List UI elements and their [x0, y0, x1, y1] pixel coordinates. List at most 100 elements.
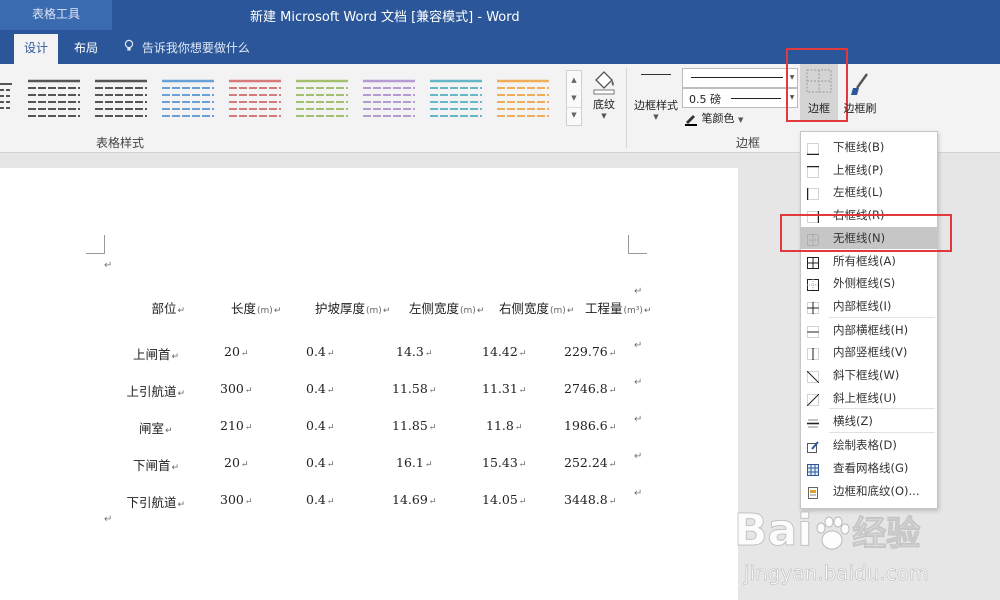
table-cell[interactable]: 300↵ [220, 381, 252, 396]
table-row-label[interactable]: 下引航道↵ [127, 492, 186, 511]
table-cell[interactable]: 0.4↵ [306, 381, 334, 396]
menu-item-label: 内部框线(I) [833, 298, 892, 313]
shading-label: 底纹 [593, 98, 615, 111]
gallery-more-icon[interactable]: ▼ [567, 107, 581, 124]
table-cell[interactable]: 3448.8↵ [564, 492, 616, 507]
tab-design[interactable]: 设计 [14, 34, 58, 64]
document-page[interactable]: ↵ ↵ 部位↵ 长度(m)↵ 护坡厚度(m)↵ 左侧宽度(m)↵ 右侧宽度(m)↵ 工程量… [0, 168, 738, 600]
table-header-cell[interactable]: 右侧宽度(m)↵ [499, 298, 574, 317]
pen-weight-select[interactable]: 0.5 磅 ▼ [682, 88, 798, 108]
table-header-cell[interactable]: 部位↵ [152, 298, 186, 317]
table-row-label[interactable]: 上引航道↵ [127, 381, 186, 400]
gallery-scroll[interactable]: ▲ ▼ ▼ [566, 70, 582, 126]
menu-item-view-gridlines[interactable]: 查看网格线(G) [801, 457, 937, 479]
pen-color-label: 笔颜色 [701, 112, 735, 125]
table-cell[interactable]: 20↵ [224, 455, 248, 470]
line-style-select[interactable]: ▼ [682, 68, 798, 88]
table-cell[interactable]: 11.58↵ [392, 381, 436, 396]
header-unit: (m) [257, 306, 273, 316]
table-cell[interactable]: 252.24↵ [564, 455, 616, 470]
menu-item-inside-vertical-border[interactable]: 内部竖框线(V) [801, 341, 937, 363]
menu-item-top-border[interactable]: 上框线(P) [801, 159, 937, 181]
borders-group-label: 边框 [736, 136, 761, 150]
diagonal-up-border-icon [806, 391, 820, 407]
context-tab-table-tools: 表格工具 [0, 0, 112, 30]
table-style-thumbnail[interactable] [162, 79, 214, 117]
table-style-thumbnail[interactable] [229, 79, 281, 117]
menu-item-all-borders[interactable]: 所有框线(A) [801, 250, 937, 272]
menu-item-bottom-border[interactable]: 下框线(B) [801, 136, 937, 158]
table-cell[interactable]: 1986.6↵ [564, 418, 616, 433]
tell-me-text: 告诉我你想要做什么 [141, 41, 250, 55]
table-row-label[interactable]: 下闸首↵ [133, 455, 179, 474]
header-text: 护坡厚度 [315, 301, 366, 316]
cell-text: 上闸首 [133, 347, 171, 362]
table-cell[interactable]: 2746.8↵ [564, 381, 616, 396]
tab-layout[interactable]: 布局 [64, 34, 108, 64]
table-cell[interactable]: 20↵ [224, 344, 248, 359]
header-unit: (m) [460, 306, 476, 316]
menu-item-diagonal-up-border[interactable]: 斜上框线(U) [801, 387, 937, 409]
outside-borders-icon [807, 276, 819, 292]
line-style-preview [691, 77, 783, 78]
menu-item-horizontal-line[interactable]: 横线(Z) [801, 410, 937, 432]
gallery-up-icon[interactable]: ▲ [567, 71, 581, 89]
tell-me-box[interactable]: 告诉我你想要做什么 [124, 34, 250, 62]
table-cell[interactable]: 0.4↵ [306, 455, 334, 470]
table-cell[interactable]: 14.3↵ [396, 344, 432, 359]
menu-item-inside-borders[interactable]: 内部框线(I) [801, 295, 937, 317]
table-style-thumbnail[interactable] [363, 79, 415, 117]
border-painter-button[interactable]: 边框刷 [842, 66, 878, 124]
cell-text: 14.42 [482, 344, 518, 359]
table-cell[interactable]: 14.69↵ [392, 492, 436, 507]
draw-table-icon [807, 438, 819, 454]
table-cell[interactable]: 11.85↵ [392, 418, 436, 433]
table-cell[interactable]: 15.43↵ [482, 455, 526, 470]
table-header-cell[interactable]: 护坡厚度(m)↵ [315, 298, 390, 317]
table-cell[interactable]: 229.76↵ [564, 344, 616, 359]
table-style-thumbnail[interactable] [28, 79, 80, 117]
table-cell[interactable]: 0.4↵ [306, 492, 334, 507]
table-style-thumbnail[interactable] [430, 79, 482, 117]
paragraph-mark: ↵ [104, 260, 113, 271]
table-style-partial[interactable] [0, 78, 14, 116]
table-header-cell[interactable]: 左侧宽度(m)↵ [409, 298, 484, 317]
shading-button[interactable]: 底纹 ▼ [586, 66, 622, 126]
crop-mark-top-right [628, 235, 647, 254]
menu-item-outside-borders[interactable]: 外侧框线(S) [801, 272, 937, 294]
menu-item-borders-and-shading[interactable]: 边框和底纹(O)... [801, 480, 937, 502]
table-cell[interactable]: 300↵ [220, 492, 252, 507]
menu-item-draw-table[interactable]: 绘制表格(D) [801, 434, 937, 456]
table-cell[interactable]: 0.4↵ [306, 344, 334, 359]
table-style-thumbnail[interactable] [95, 79, 147, 117]
table-cell[interactable]: 11.8↵ [486, 418, 522, 433]
header-text: 工程量 [585, 301, 623, 316]
menu-item-left-border[interactable]: 左框线(L) [801, 181, 937, 203]
table-cell[interactable]: 14.42↵ [482, 344, 526, 359]
pen-color-button[interactable]: 笔颜色 ▼ [684, 110, 764, 128]
menu-separator [829, 316, 935, 318]
table-cell[interactable]: 14.05↵ [482, 492, 526, 507]
gallery-down-icon[interactable]: ▼ [567, 89, 581, 107]
row-end-mark: ↵ [634, 377, 643, 388]
menu-item-diagonal-down-border[interactable]: 斜下框线(W) [801, 364, 937, 386]
table-row-label[interactable]: 上闸首↵ [133, 344, 179, 363]
table-style-thumbnail[interactable] [296, 79, 348, 117]
table-cell[interactable]: 210↵ [220, 418, 252, 433]
table-header-cell[interactable]: 长度(m)↵ [231, 298, 281, 317]
table-row-label[interactable]: 闸室↵ [139, 418, 173, 437]
border-styles-button[interactable]: 边框样式 ▼ [632, 66, 680, 128]
table-style-thumbnail[interactable] [497, 79, 549, 117]
menu-item-inside-horizontal-border[interactable]: 内部横框线(H) [801, 319, 937, 341]
horizontal-line-icon [807, 414, 819, 428]
pen-weight-preview [731, 98, 781, 99]
cell-text: 0.4 [306, 418, 326, 433]
table-cell[interactable]: 0.4↵ [306, 418, 334, 433]
table-cell[interactable]: 16.1↵ [396, 455, 432, 470]
table-cell[interactable]: 11.31↵ [482, 381, 526, 396]
table-header-cell[interactable]: 工程量(m³)↵ [585, 298, 651, 317]
pen-icon [684, 112, 698, 126]
row-end-mark: ↵ [634, 414, 643, 425]
border-style-icon [641, 74, 671, 87]
inside-vertical-border-icon [807, 345, 819, 361]
